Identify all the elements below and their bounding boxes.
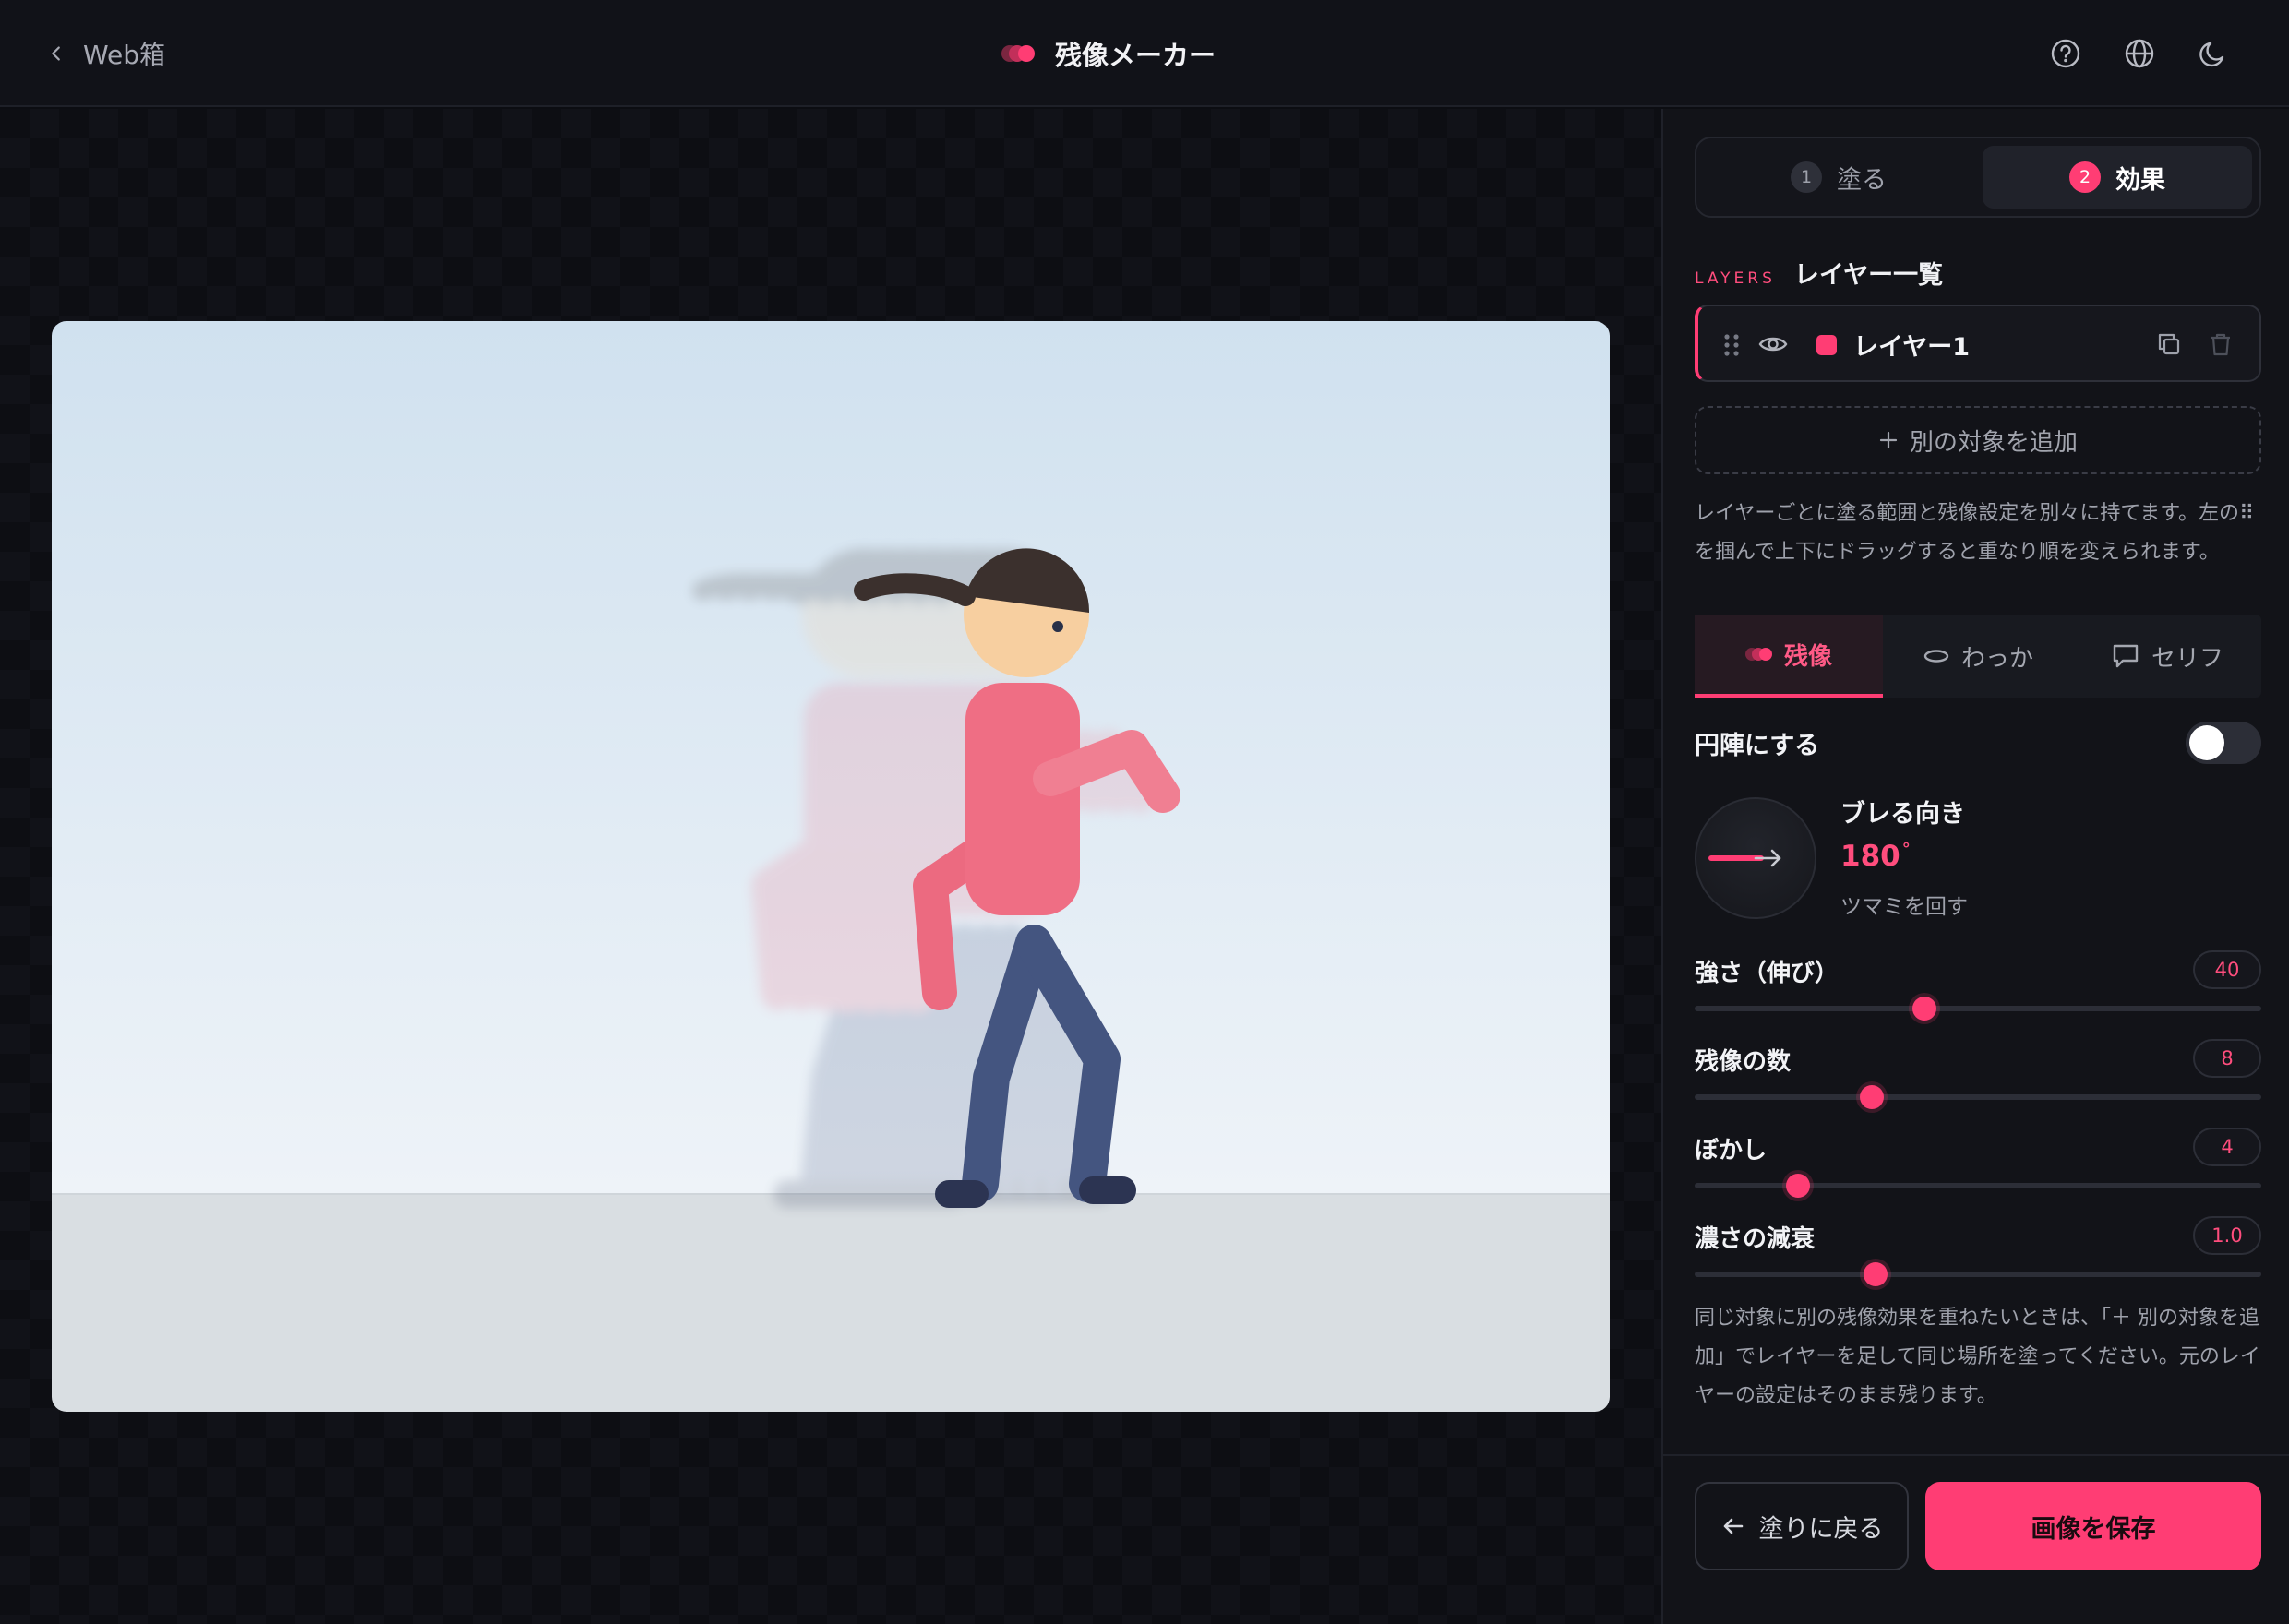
- app-brand: 残像メーカー: [1001, 33, 1216, 74]
- slider-thumb[interactable]: [1864, 1262, 1888, 1286]
- slider-track[interactable]: [1695, 1006, 2261, 1011]
- toggle-knob: [2189, 725, 2224, 760]
- preview-canvas[interactable]: [52, 321, 1610, 1412]
- settings-sidebar: 1 塗る 2 効果 LAYERS レイヤー一覧 レイヤー1 別の対象を追加 レイ…: [1661, 109, 2289, 1624]
- slider-track[interactable]: [1695, 1272, 2261, 1277]
- step-number-badge: 2: [2069, 161, 2101, 193]
- direction-arrow-icon: [1708, 849, 1781, 867]
- direction-dial[interactable]: [1695, 797, 1816, 919]
- app-header: Web箱 残像メーカー: [0, 0, 2289, 107]
- slider-blur: ぼかし 4: [1695, 1128, 2261, 1211]
- tab-label: わっか: [1960, 644, 2033, 673]
- plus-icon: [1879, 431, 1898, 449]
- layers-tag: LAYERS: [1695, 269, 1776, 288]
- step-number-badge: 1: [1791, 161, 1822, 193]
- step-label: 効果: [2115, 165, 2165, 195]
- circle-toggle[interactable]: [2186, 722, 2261, 764]
- tab-speech[interactable]: セリフ: [2073, 615, 2261, 698]
- slider-thumb[interactable]: [1860, 1085, 1885, 1109]
- step-paint-tab[interactable]: 1 塗る: [1704, 146, 1973, 209]
- duplicate-icon[interactable]: [2154, 329, 2184, 363]
- circle-toggle-label: 円陣にする: [1695, 732, 1820, 760]
- effect-tabs: 残像 わっか セリフ: [1695, 615, 2261, 698]
- slider-strength: 強さ（伸び） 40: [1695, 950, 2261, 1033]
- slider-value[interactable]: 4: [2193, 1128, 2261, 1166]
- back-to-webbako-link[interactable]: Web箱: [46, 35, 165, 72]
- slider-track[interactable]: [1695, 1094, 2261, 1100]
- add-object-button[interactable]: 別の対象を追加: [1695, 406, 2261, 474]
- layers-help-text: レイヤーごとに塗る範囲と残像設定を別々に持てます。左の⠿を掴んで上下にドラッグす…: [1695, 502, 2255, 564]
- layers-title: レイヤー一覧: [1793, 261, 1944, 290]
- slider-label: 強さ（伸び）: [1695, 960, 1840, 987]
- afterimage-icon: [1744, 648, 1773, 661]
- effect-help-text: 同じ対象に別の残像効果を重ねたいときは、「＋ 別の対象を追加」でレイヤーを足して…: [1695, 1307, 2260, 1407]
- slider-label: ぼかし: [1695, 1137, 1768, 1164]
- add-object-label: 別の対象を追加: [1909, 428, 2078, 457]
- back-button-label: 塗りに戻る: [1758, 1514, 1884, 1544]
- slider-count: 残像の数 8: [1695, 1039, 2261, 1122]
- help-icon[interactable]: [2047, 35, 2084, 72]
- slider-thumb[interactable]: [1786, 1174, 1811, 1198]
- afterimage-logo-icon: [1001, 45, 1037, 62]
- back-link-label: Web箱: [83, 40, 166, 70]
- slider-value[interactable]: 1.0: [2193, 1216, 2261, 1255]
- slider-label: 濃さの減衰: [1695, 1225, 1816, 1253]
- tab-label: セリフ: [2151, 644, 2223, 673]
- slider-value[interactable]: 40: [2193, 950, 2261, 989]
- chevron-left-icon: [52, 46, 60, 61]
- canvas-workspace: [0, 109, 1661, 1624]
- footer-divider: [1663, 1454, 2289, 1456]
- layer-item[interactable]: レイヤー1: [1695, 304, 2261, 382]
- visibility-eye-icon[interactable]: [1757, 328, 1789, 364]
- layer-name: レイヤー1: [1853, 333, 1970, 362]
- preview-image: [52, 321, 1610, 1412]
- drag-handle-icon[interactable]: [1722, 332, 1741, 362]
- layer-color-swatch: [1816, 335, 1837, 355]
- slider-label: 残像の数: [1695, 1048, 1792, 1076]
- layers-header: LAYERS レイヤー一覧: [1695, 255, 1943, 291]
- slider-value[interactable]: 8: [2193, 1039, 2261, 1078]
- back-to-paint-button[interactable]: 塗りに戻る: [1695, 1482, 1909, 1570]
- trash-icon[interactable]: [2206, 329, 2235, 363]
- app-title: 残像メーカー: [1055, 40, 1216, 71]
- globe-icon[interactable]: [2121, 35, 2158, 72]
- tab-afterimage[interactable]: 残像: [1695, 615, 1883, 698]
- step-label: 塗る: [1837, 165, 1887, 195]
- slider-thumb[interactable]: [1911, 997, 1936, 1021]
- ring-icon: [1923, 650, 1949, 663]
- save-button-label: 画像を保存: [2031, 1514, 2156, 1544]
- tab-label: 残像: [1783, 642, 1832, 671]
- speech-bubble-icon: [2113, 644, 2139, 668]
- slider-decay: 濃さの減衰 1.0: [1695, 1216, 2261, 1299]
- moon-icon[interactable]: [2195, 35, 2232, 72]
- step-switcher: 1 塗る 2 効果: [1695, 137, 2261, 218]
- step-effect-tab[interactable]: 2 効果: [1983, 146, 2252, 209]
- direction-value: 180 °: [1840, 840, 1911, 873]
- save-image-button[interactable]: 画像を保存: [1925, 1482, 2261, 1570]
- slider-track[interactable]: [1695, 1183, 2261, 1188]
- tab-ring[interactable]: わっか: [1884, 615, 2072, 698]
- arrow-left-icon: [1723, 1518, 1743, 1534]
- direction-hint: ツマミを回す: [1840, 895, 1968, 919]
- direction-title: ブレる向き: [1840, 800, 1965, 829]
